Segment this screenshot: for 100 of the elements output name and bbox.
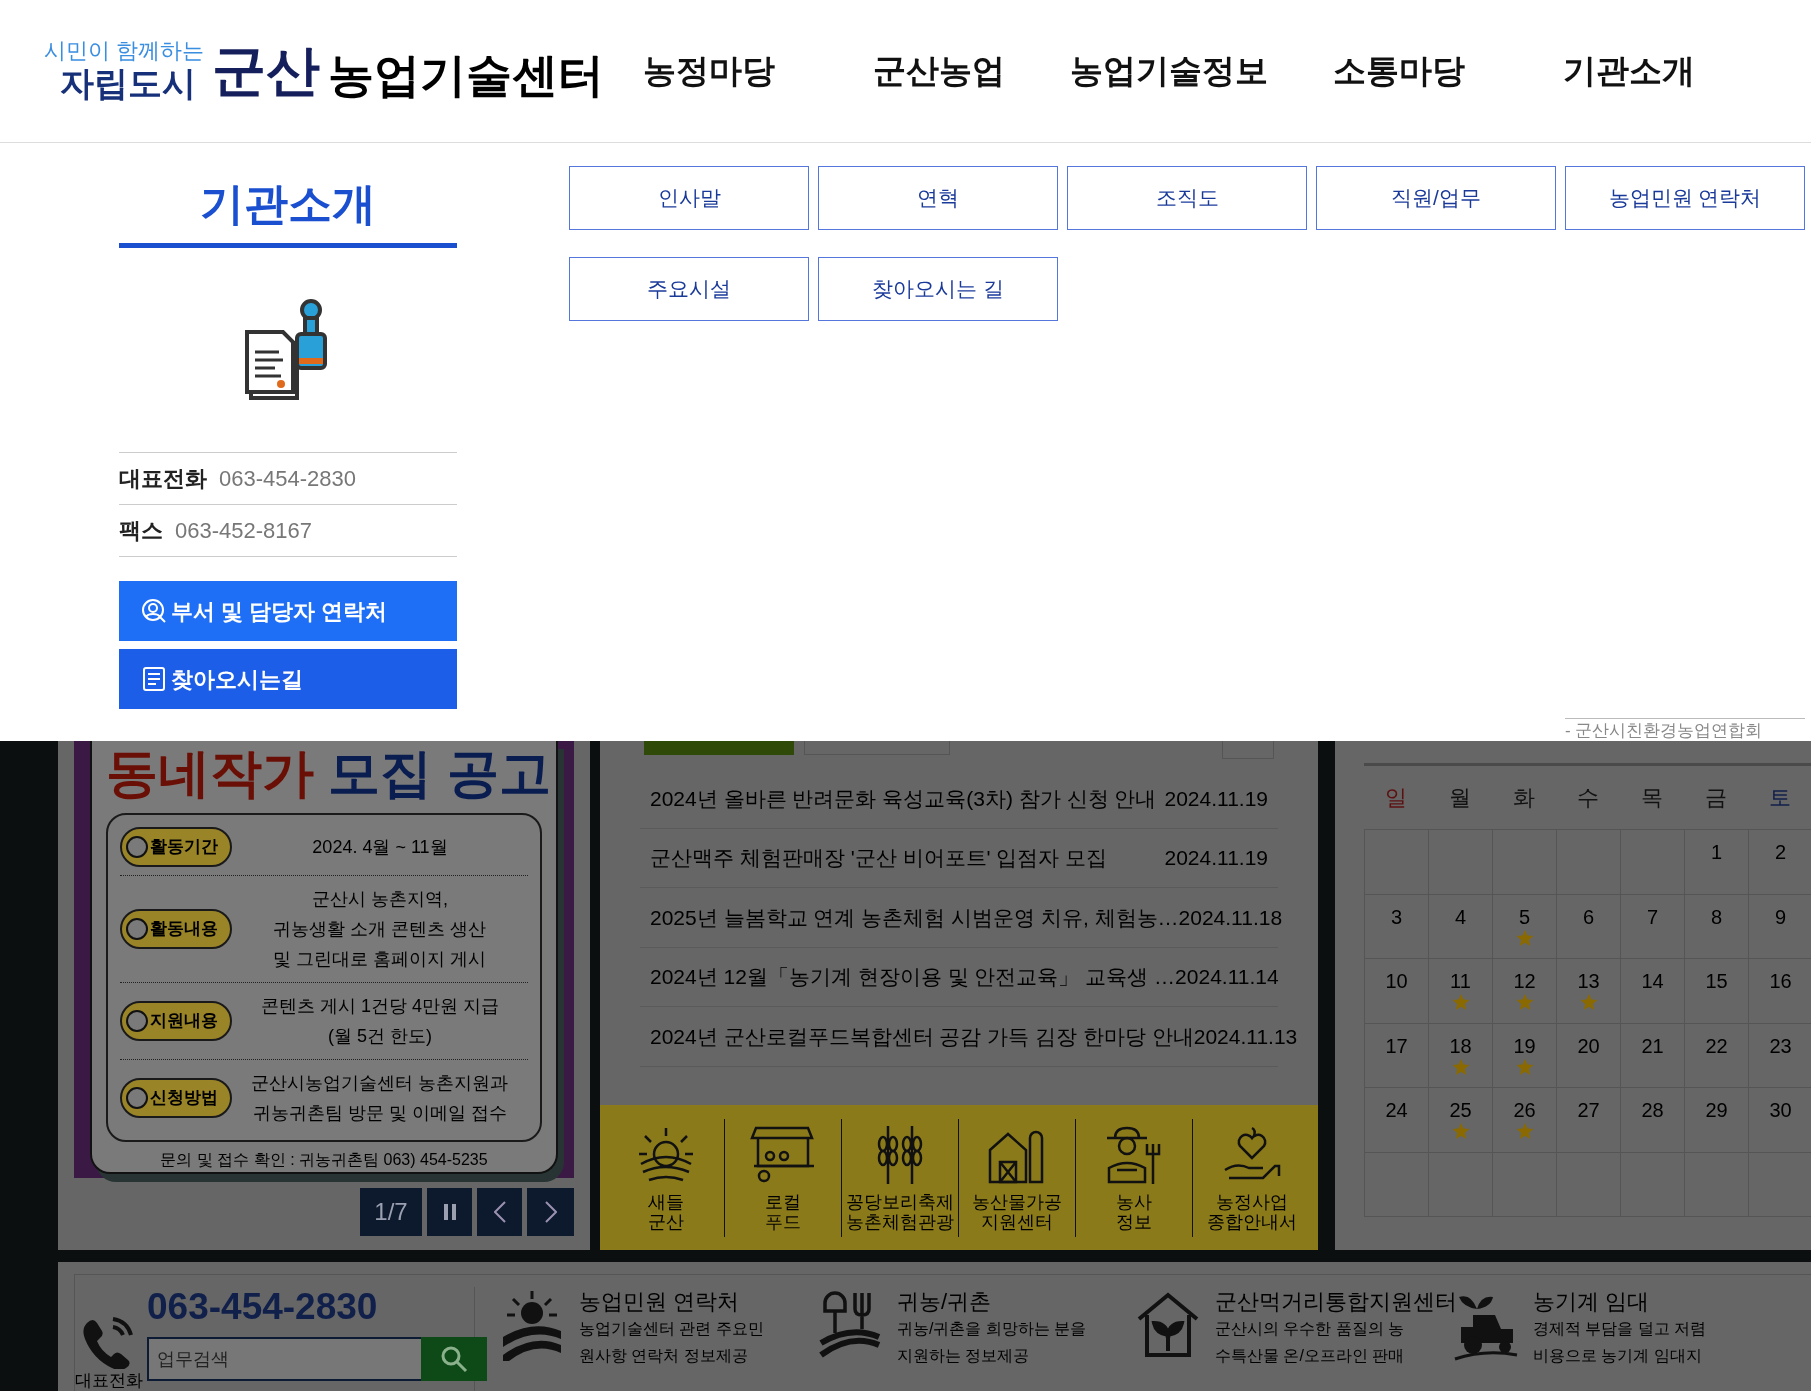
panel-title: 기관소개	[119, 171, 457, 248]
notice-title[interactable]: 2024년 올바른 반려문화 육성교육(3차) 참가 신청 안내	[650, 782, 1157, 814]
calendar-day[interactable]: 1	[1710, 840, 1723, 864]
calendar-day[interactable]: 5	[1518, 904, 1531, 929]
pause-icon	[442, 1204, 457, 1220]
calendar-day[interactable]: 6	[1582, 904, 1595, 929]
quick-link[interactable]: 꽁당보리축제 농촌체험관광	[842, 1118, 959, 1237]
nav-item[interactable]: 군산농업	[824, 46, 1054, 96]
search-button[interactable]	[421, 1337, 487, 1381]
shortcut-button[interactable]: 찾아오시는길	[119, 649, 457, 709]
person-search-icon	[141, 598, 167, 624]
calendar-day[interactable]: 29	[1705, 1098, 1728, 1122]
calendar-day[interactable]: 26	[1513, 1098, 1536, 1122]
star-icon	[1515, 928, 1534, 947]
logo-brand: 군산	[211, 37, 322, 105]
calendar-day[interactable]: 2	[1774, 840, 1787, 864]
quick-link[interactable]: 새들 군산	[608, 1118, 725, 1237]
calendar-day[interactable]: 17	[1385, 1033, 1408, 1058]
poster-footer: 문의 및 접수 확인 : 귀농귀촌팀 063) 454-5235	[106, 1148, 542, 1172]
calendar-day[interactable]: 14	[1641, 969, 1664, 993]
submenu-link[interactable]: 주요시설	[569, 257, 809, 321]
phone-label: 대표전화	[75, 1371, 143, 1391]
calendar-day[interactable]: 4	[1454, 904, 1467, 929]
calendar-day[interactable]: 28	[1641, 1098, 1664, 1122]
nav-item[interactable]: 농업기술정보	[1054, 46, 1284, 96]
calendar-day[interactable]: 27	[1577, 1098, 1600, 1122]
notice-date: 2024.11.18	[1178, 904, 1283, 931]
calendar-day[interactable]: 21	[1641, 1033, 1664, 1058]
star-icon	[1451, 1122, 1470, 1140]
submenu-link[interactable]: 농업민원 연락처	[1565, 166, 1805, 230]
poster-text: 및 그린대로 홈페이지 게시	[273, 948, 487, 971]
service-title: 귀농/귀촌	[897, 1289, 993, 1315]
service-link[interactable]: 귀농/귀촌 귀농/귀촌을 희망하는 분을 지원하는 정보제공	[817, 1289, 1135, 1391]
star-icon	[1451, 993, 1470, 1011]
poster-text: (월 5건 한도)	[328, 1025, 432, 1048]
side-note: - 군산시친환경농업연합회	[1565, 721, 1764, 741]
weekday-label: 월	[1448, 784, 1472, 812]
notice-date: 2024.11.13	[1193, 1023, 1298, 1050]
calendar-day[interactable]: 24	[1385, 1098, 1408, 1122]
service-description: 지원하는 정보제공	[897, 1346, 1031, 1366]
nav-item[interactable]: 소통마당	[1284, 46, 1514, 96]
calendar-day[interactable]: 8	[1710, 904, 1723, 929]
contact-number: 063-452-8167	[175, 517, 312, 545]
calendar-day[interactable]: 22	[1705, 1033, 1728, 1058]
service-link[interactable]: 농업민원 연락처 농업기술센터 관련 주요민 원사항 연락처 정보제공	[499, 1289, 817, 1391]
calendar-day[interactable]: 19	[1513, 1033, 1536, 1058]
logo-title: 농업기술센터	[328, 48, 605, 104]
calendar-day[interactable]: 12	[1513, 969, 1536, 993]
shortcut-button[interactable]: 부서 및 담당자 연락처	[119, 581, 457, 641]
search-field[interactable]: 업무검색	[147, 1337, 421, 1381]
calendar-day[interactable]: 16	[1769, 969, 1792, 993]
star-icon	[1579, 993, 1598, 1011]
poster-tag: 활동내용	[120, 909, 232, 949]
calendar-day[interactable]: 10	[1385, 969, 1408, 993]
contact-label: 대표전화	[119, 465, 207, 493]
submenu-link[interactable]: 찾아오시는 길	[818, 257, 1058, 321]
submenu-link[interactable]: 연혁	[818, 166, 1058, 230]
calendar-day[interactable]: 7	[1646, 904, 1659, 929]
more-button-edge	[1222, 741, 1274, 759]
service-description: 귀농/귀촌을 희망하는 분을	[897, 1319, 1087, 1339]
calendar-day[interactable]: 18	[1449, 1033, 1472, 1058]
pause-button[interactable]	[427, 1188, 472, 1236]
submenu-link[interactable]: 조직도	[1067, 166, 1307, 230]
notice-date: 2024.11.19	[1164, 785, 1268, 812]
service-description: 수특산물 온/오프라인 판매	[1215, 1346, 1406, 1366]
poster-text: 군산시농업기술센터 농촌지원과	[251, 1072, 509, 1095]
calendar-day[interactable]: 9	[1774, 904, 1787, 929]
calendar-day[interactable]: 11	[1450, 969, 1471, 993]
weekday-label: 금	[1704, 784, 1728, 812]
next-button[interactable]	[527, 1188, 574, 1236]
footer-phone-number: 063-454-2830	[147, 1287, 379, 1327]
calendar-day[interactable]: 13	[1577, 969, 1600, 993]
quick-link[interactable]: 로컬 푸드	[725, 1118, 842, 1237]
poster-text: 콘텐츠 게시 1건당 4만원 지급	[261, 995, 499, 1018]
notice-title[interactable]: 2025년 늘봄학교 연계 농촌체험 시범운영 치유, 체험농…	[650, 901, 1179, 933]
poster-text: 2024. 4월 ~ 11월	[312, 836, 448, 859]
calendar-day[interactable]: 15	[1705, 969, 1728, 993]
poster-text: 귀농귀촌팀 방문 및 이메일 접수	[253, 1102, 507, 1125]
quick-link[interactable]: 농정사업 종합안내서	[1193, 1118, 1310, 1237]
calendar-day[interactable]: 30	[1769, 1098, 1792, 1122]
slide-counter: 1/7	[360, 1188, 422, 1236]
previous-button[interactable]	[477, 1188, 522, 1236]
calendar-day[interactable]: 3	[1390, 904, 1403, 929]
weekday-label: 수	[1576, 784, 1600, 812]
calendar-day[interactable]: 25	[1449, 1098, 1472, 1122]
nav-item[interactable]: 기관소개	[1514, 46, 1744, 96]
quick-link[interactable]: 농산물가공 지원센터	[959, 1118, 1076, 1237]
quick-link[interactable]: 농사 정보	[1076, 1118, 1193, 1237]
weekday-label: 토	[1768, 784, 1792, 812]
poster-tag: 지원내용	[120, 1001, 232, 1041]
notice-title[interactable]: 군산맥주 체험판매장 '군산 비어포트' 입점자 모집	[650, 842, 1108, 874]
calendar-day[interactable]: 20	[1577, 1033, 1600, 1058]
service-title: 농기계 임대	[1533, 1289, 1651, 1315]
notice-title[interactable]: 2024년 군산로컬푸드복합센터 공감 가득 김장 한마당 안내	[650, 1020, 1194, 1052]
calendar-day[interactable]: 23	[1769, 1033, 1792, 1058]
submenu-link[interactable]: 직원/업무	[1316, 166, 1556, 230]
poster-tag: 활동기간	[120, 827, 232, 867]
notice-title[interactable]: 2024년 12월「농기계 현장이용 및 안전교육」 교육생 …	[650, 961, 1176, 993]
submenu-link[interactable]: 인사말	[569, 166, 809, 230]
notice-date: 2024.11.14	[1175, 964, 1279, 990]
